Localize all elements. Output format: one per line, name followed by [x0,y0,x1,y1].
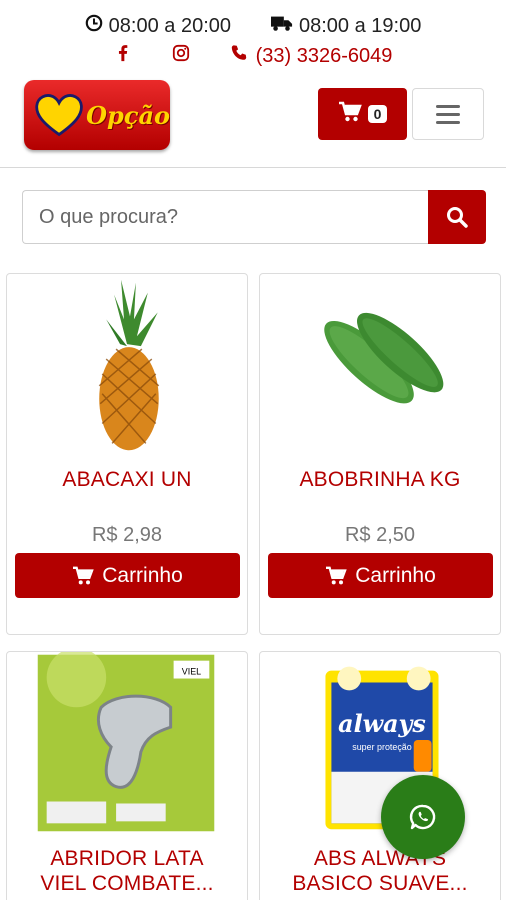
hamburger-icon [436,104,460,108]
logo-text: Opção [86,100,170,130]
product-name-line: VIEL COMBATE... [40,872,214,895]
product-image-always-pad: always super proteção [325,666,439,830]
phone-icon [230,44,248,68]
search-bar [22,190,486,244]
product-name-line: ABS ALWAYS [313,847,447,870]
product-card[interactable]: VIEL ABRIDOR LATA VIEL COMBATE... [6,651,248,900]
product-price: R$ 2,50 [344,524,416,546]
heart-logo-icon [35,94,83,137]
product-card[interactable]: always super proteção ABS ALWAYS BASICO … [259,651,501,900]
truck-icon [271,14,293,38]
viel-brand-label: VIEL [182,667,201,677]
whatsapp-icon [409,804,436,830]
always-sub-label: super proteção [352,742,411,752]
store-logo[interactable]: Opção [24,80,170,150]
store-hours-text: 08:00 a 20:00 [108,14,231,37]
delivery-hours-text: 08:00 a 19:00 [299,14,422,37]
contacts-row: (33) 3326-6049 [0,44,506,68]
product-name[interactable]: ABS ALWAYS BASICO SUAVE... [268,846,492,896]
product-name-line: ABRIDOR LATA [50,847,204,870]
hamburger-icon-line [436,120,460,124]
product-price: R$ 2,98 [91,524,163,546]
cart-icon [338,101,362,128]
product-image-zucchini [324,312,444,404]
product-card[interactable]: ABACAXI UN R$ 2,98 Carrinho [6,273,248,635]
add-to-cart-label: Carrinho [355,563,436,587]
add-to-cart-button[interactable]: Carrinho [15,553,240,598]
clock-icon [85,14,103,38]
search-button[interactable] [428,190,486,244]
cart-count-badge: 0 [367,105,388,123]
product-name-line: BASICO SUAVE... [292,872,468,895]
product-name[interactable]: ABACAXI UN [15,467,239,492]
cart-button[interactable]: 0 [318,88,407,140]
product-name[interactable]: ABOBRINHA KG [268,467,492,492]
phone-number: (33) 3326-6049 [255,44,393,67]
store-hours: 08:00 a 20:00 [85,14,231,38]
hamburger-icon-line [436,112,460,116]
delivery-hours: 08:00 a 19:00 [271,14,421,38]
header: Opção 0 [0,76,506,168]
hours-row: 08:00 a 20:00 08:00 a 19:00 [0,14,506,38]
cart-icon [73,566,94,584]
top-info-bar: 08:00 a 20:00 08:00 a 19:00 (33) 3326-60… [0,0,506,76]
cart-icon [326,566,347,584]
instagram-link[interactable] [172,44,190,68]
whatsapp-button[interactable] [381,775,465,859]
instagram-icon [172,44,190,68]
search-input[interactable] [22,190,428,244]
always-brand-label: always [338,710,426,738]
product-image-pineapple [98,279,160,451]
product-name[interactable]: ABRIDOR LATA VIEL COMBATE... [15,846,239,896]
phone-link[interactable]: (33) 3326-6049 [230,44,393,68]
facebook-link[interactable] [114,44,132,68]
search-icon [447,207,468,228]
add-to-cart-label: Carrinho [102,563,183,587]
product-image-can-opener: VIEL [37,652,215,832]
add-to-cart-button[interactable]: Carrinho [268,553,493,598]
menu-button[interactable] [412,88,484,140]
facebook-icon [114,44,132,68]
product-card[interactable]: ABOBRINHA KG R$ 2,50 Carrinho [259,273,501,635]
